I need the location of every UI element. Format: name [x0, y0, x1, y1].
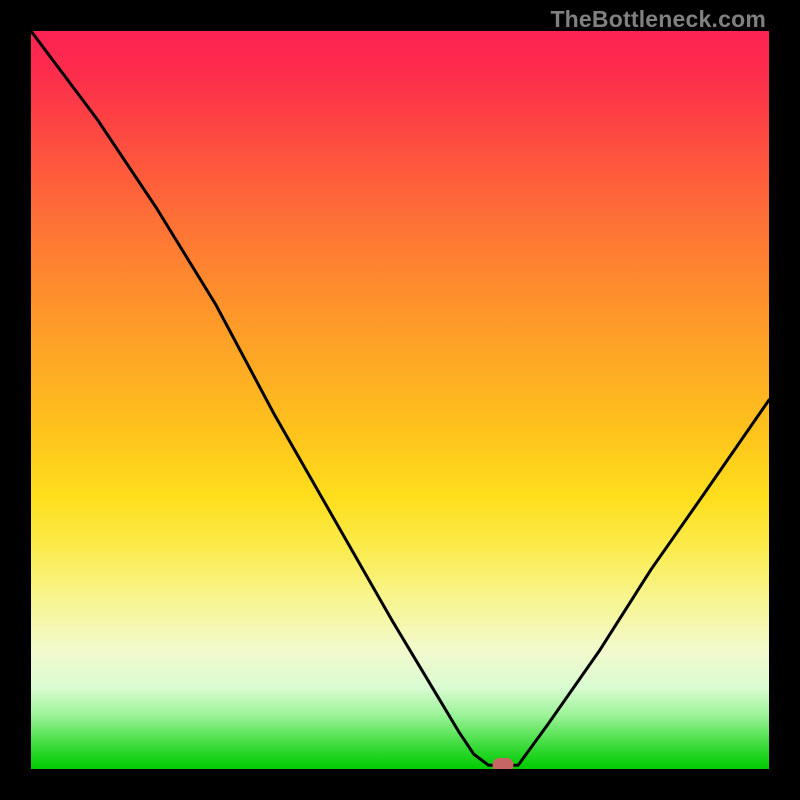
- bottleneck-curve: [31, 31, 769, 769]
- optimal-point-marker: [493, 758, 514, 769]
- watermark-text: TheBottleneck.com: [550, 6, 766, 33]
- plot-area: [31, 31, 769, 769]
- curve-path: [31, 31, 769, 765]
- chart-frame: TheBottleneck.com: [0, 0, 800, 800]
